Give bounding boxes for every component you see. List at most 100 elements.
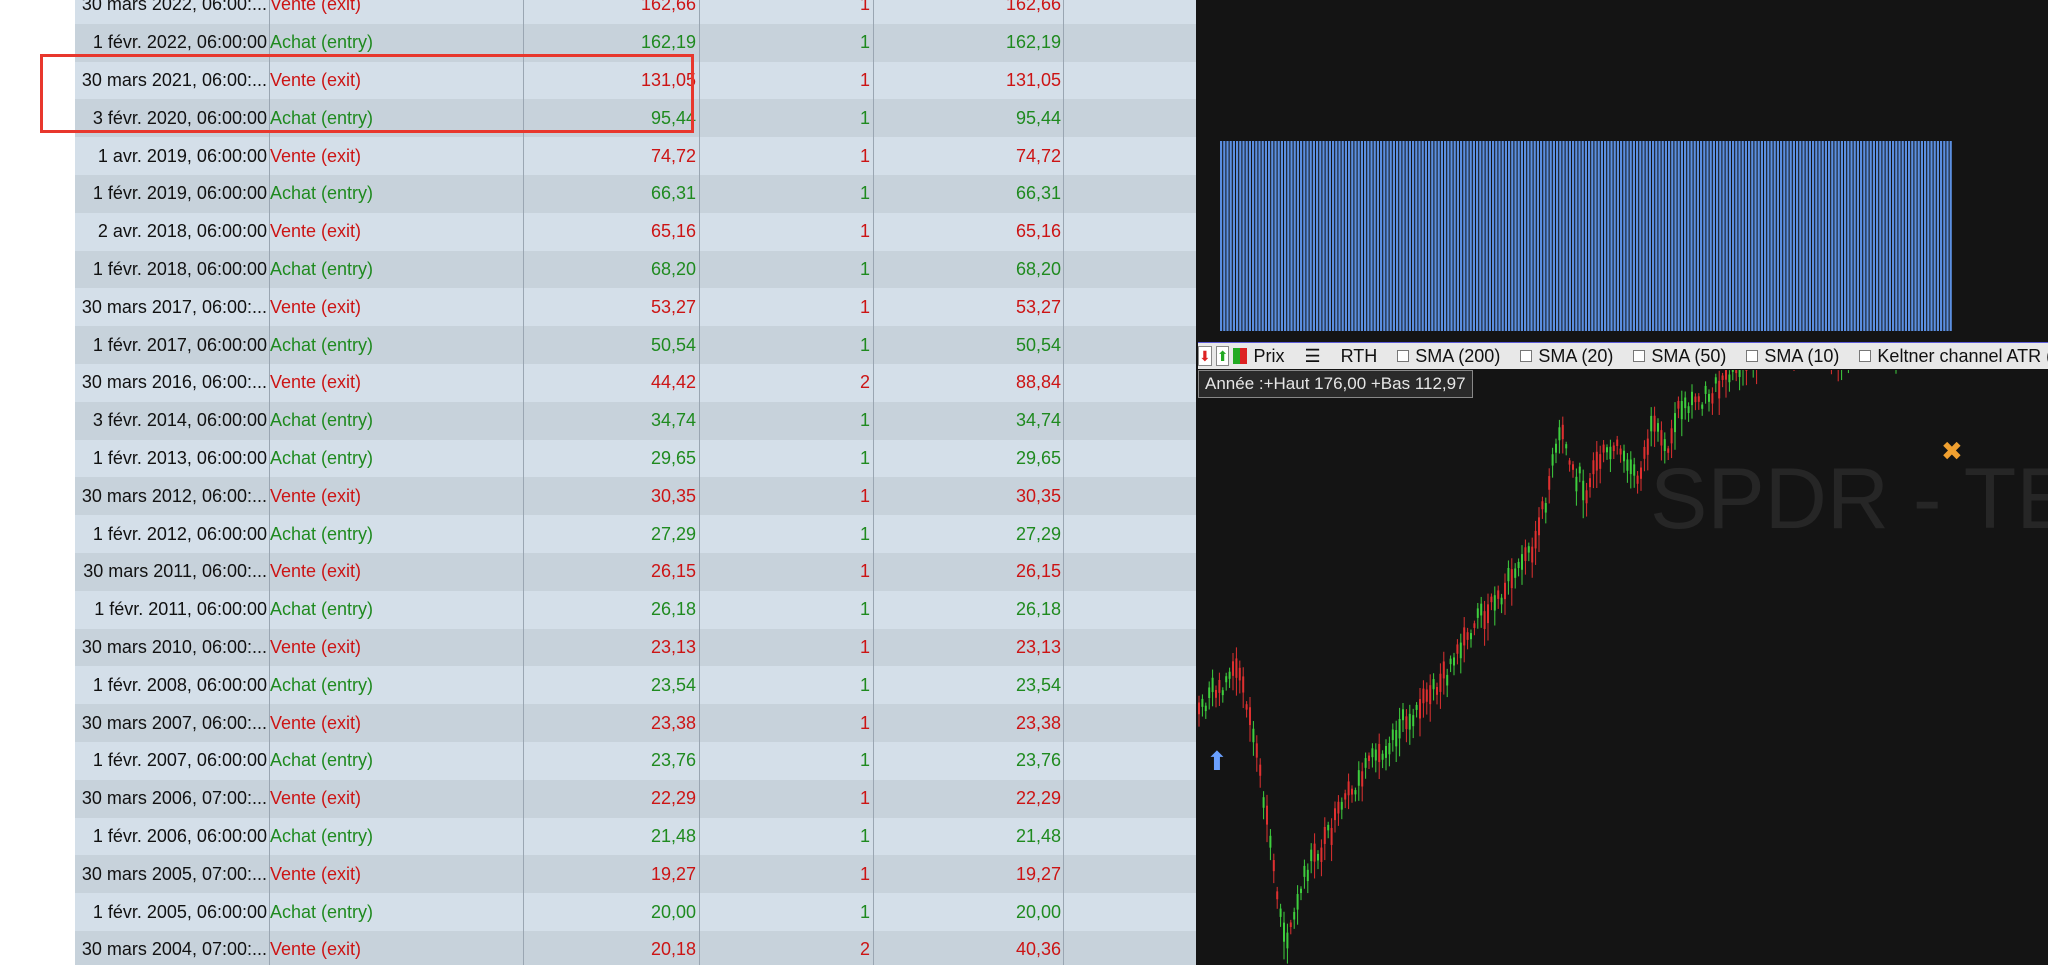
- candle-body: [1653, 415, 1656, 432]
- volume-bar: [1524, 141, 1527, 331]
- indicator-keltner[interactable]: Keltner channel ATR (: [1859, 346, 2048, 367]
- volume-bar: [1872, 141, 1875, 331]
- table-row[interactable]: 30 mars 2022, 06:00:... Vente (exit) 162,6…: [75, 0, 1196, 24]
- volume-bar: [1476, 141, 1479, 331]
- trade-fee: 2,00: [1064, 477, 1196, 515]
- indicator-sma10[interactable]: SMA (10): [1746, 346, 1839, 367]
- candle-body: [1704, 385, 1707, 394]
- table-row[interactable]: 30 mars 2007, 06:00:... Vente (exit) 23,38…: [75, 704, 1196, 742]
- volume-bar: [1588, 141, 1591, 331]
- checkbox[interactable]: [1520, 350, 1533, 362]
- candle-body: [1558, 427, 1561, 441]
- volume-bar: [1428, 141, 1431, 331]
- trade-fee: 2,00: [1064, 704, 1196, 742]
- list-button[interactable]: ☰: [1304, 346, 1320, 367]
- volume-bar: [1415, 141, 1418, 331]
- table-row[interactable]: 30 mars 2017, 06:00:... Vente (exit) 53,27…: [75, 288, 1196, 327]
- candle-body: [1347, 781, 1350, 796]
- trade-quantity: 1: [859, 825, 870, 846]
- table-row[interactable]: 30 mars 2004, 07:00:... Vente (exit) 20,18…: [75, 931, 1196, 965]
- table-row[interactable]: 1 févr. 2017, 06:00:00 Achat (entry) 50,54…: [75, 326, 1196, 364]
- volume-bar: [1687, 141, 1690, 331]
- trade-type: Vente (exit): [270, 69, 362, 90]
- checkbox[interactable]: [1746, 350, 1759, 362]
- candle-body: [1412, 715, 1415, 727]
- candle-body: [1252, 728, 1255, 743]
- volume-bar: [1514, 141, 1517, 331]
- volume-bar: [1453, 141, 1456, 331]
- candle-body: [1677, 400, 1680, 409]
- trade-price: 22,29: [650, 788, 696, 809]
- candle-body: [1289, 922, 1292, 928]
- table-row[interactable]: 1 févr. 2013, 06:00:00 Achat (entry) 29,65…: [75, 439, 1196, 478]
- volume-bar: [1466, 141, 1469, 331]
- rth-toggle[interactable]: RTH: [1341, 346, 1378, 367]
- volume-bar: [1469, 141, 1472, 331]
- table-row[interactable]: 1 févr. 2005, 06:00:00 Achat (entry) 20,00…: [75, 893, 1196, 931]
- table-row[interactable]: 2 avr. 2018, 06:00:00 Vente (exit) 65,16 1 6…: [75, 212, 1196, 251]
- table-row[interactable]: 1 févr. 2022, 06:00:00 Achat (entry) 162,1…: [75, 23, 1196, 62]
- candle-body: [1466, 632, 1469, 640]
- checkbox[interactable]: [1859, 350, 1872, 362]
- trade-quantity: 2: [859, 939, 870, 960]
- table-row[interactable]: 1 févr. 2007, 06:00:00 Achat (entry) 23,76…: [75, 742, 1196, 780]
- trade-price: 21,48: [650, 825, 696, 846]
- volume-bar: [1271, 141, 1274, 331]
- indicator-label: SMA (200): [1415, 345, 1501, 366]
- checkbox[interactable]: [1397, 350, 1410, 362]
- trade-price: 162,66: [640, 0, 696, 15]
- trade-type: Vente (exit): [270, 296, 362, 317]
- volume-bar: [1642, 141, 1645, 331]
- volume-bar: [1504, 141, 1507, 331]
- candle-body: [1602, 444, 1605, 453]
- table-row[interactable]: 1 févr. 2019, 06:00:00 Achat (entry) 66,31…: [75, 175, 1196, 213]
- candle-body: [1697, 396, 1700, 402]
- volume-bar: [1805, 141, 1808, 331]
- table-row[interactable]: 1 févr. 2012, 06:00:00 Achat (entry) 27,29…: [75, 515, 1196, 553]
- volume-bar: [1940, 141, 1943, 331]
- trade-total: 20,00: [1015, 901, 1061, 922]
- table-row[interactable]: 1 févr. 2011, 06:00:00 Achat (entry) 26,18…: [75, 590, 1196, 629]
- candle-body: [1728, 374, 1731, 383]
- table-row[interactable]: 30 mars 2012, 06:00:... Vente (exit) 30,35…: [75, 477, 1196, 516]
- table-row[interactable]: 30 mars 2021, 06:00:... Vente (exit) 131,0…: [75, 61, 1196, 100]
- indicator-sma20[interactable]: SMA (20): [1520, 346, 1613, 367]
- download-icon[interactable]: ⬇: [1198, 346, 1212, 366]
- volume-bar: [1370, 141, 1373, 331]
- indicator-sma200[interactable]: SMA (200): [1397, 346, 1500, 367]
- table-row[interactable]: 1 févr. 2006, 06:00:00 Achat (entry) 21,48…: [75, 817, 1196, 856]
- volume-bar: [1277, 141, 1280, 331]
- table-row[interactable]: 1 avr. 2019, 06:00:00 Vente (exit) 74,72 1 7…: [75, 137, 1196, 175]
- volume-bar: [1232, 141, 1235, 331]
- volume-bar: [1581, 141, 1584, 331]
- volume-bar: [1616, 141, 1619, 331]
- table-row[interactable]: 30 mars 2010, 06:00:... Vente (exit) 23,13…: [75, 628, 1196, 667]
- table-row[interactable]: 1 févr. 2008, 06:00:00 Achat (entry) 23,54…: [75, 666, 1196, 705]
- volume-bar: [1837, 141, 1840, 331]
- trade-price: 162,19: [640, 32, 696, 53]
- volume-bar: [1748, 141, 1751, 331]
- trade-total: 23,76: [1015, 750, 1061, 771]
- trade-total: 23,54: [1015, 674, 1061, 695]
- candle-body: [1725, 370, 1727, 380]
- trade-type: Achat (entry): [270, 334, 374, 355]
- price-chart[interactable]: ⬆ ✖ SPDR - TE: [1196, 0, 2048, 965]
- volume-bar: [1434, 141, 1437, 331]
- checkbox[interactable]: [1633, 350, 1646, 362]
- table-row[interactable]: 3 févr. 2014, 06:00:00 Achat (entry) 34,74…: [75, 401, 1196, 440]
- trade-total: 162,66: [1005, 0, 1061, 15]
- table-row[interactable]: 30 mars 2016, 06:00:... Vente (exit) 44,42…: [75, 364, 1196, 402]
- table-row[interactable]: 1 févr. 2018, 06:00:00 Achat (entry) 68,20…: [75, 250, 1196, 289]
- candle-body: [1378, 743, 1381, 763]
- upload-icon[interactable]: ⬆: [1215, 346, 1230, 366]
- table-row[interactable]: 30 mars 2006, 07:00:... Vente (exit) 22,29…: [75, 779, 1196, 818]
- indicator-sma50[interactable]: SMA (50): [1633, 346, 1726, 367]
- trade-fee: 2,00: [1064, 364, 1196, 402]
- price-toggle[interactable]: Prix: [1233, 346, 1284, 367]
- table-row[interactable]: 30 mars 2011, 06:00:... Vente (exit) 26,15…: [75, 553, 1196, 591]
- volume-bar: [1652, 141, 1655, 331]
- table-row[interactable]: 30 mars 2005, 07:00:... Vente (exit) 19,27…: [75, 855, 1196, 894]
- trade-fee: 2,00: [1064, 251, 1196, 289]
- candle-body: [1388, 743, 1391, 755]
- table-row[interactable]: 3 févr. 2020, 06:00:00 Achat (entry) 95,44…: [75, 99, 1196, 138]
